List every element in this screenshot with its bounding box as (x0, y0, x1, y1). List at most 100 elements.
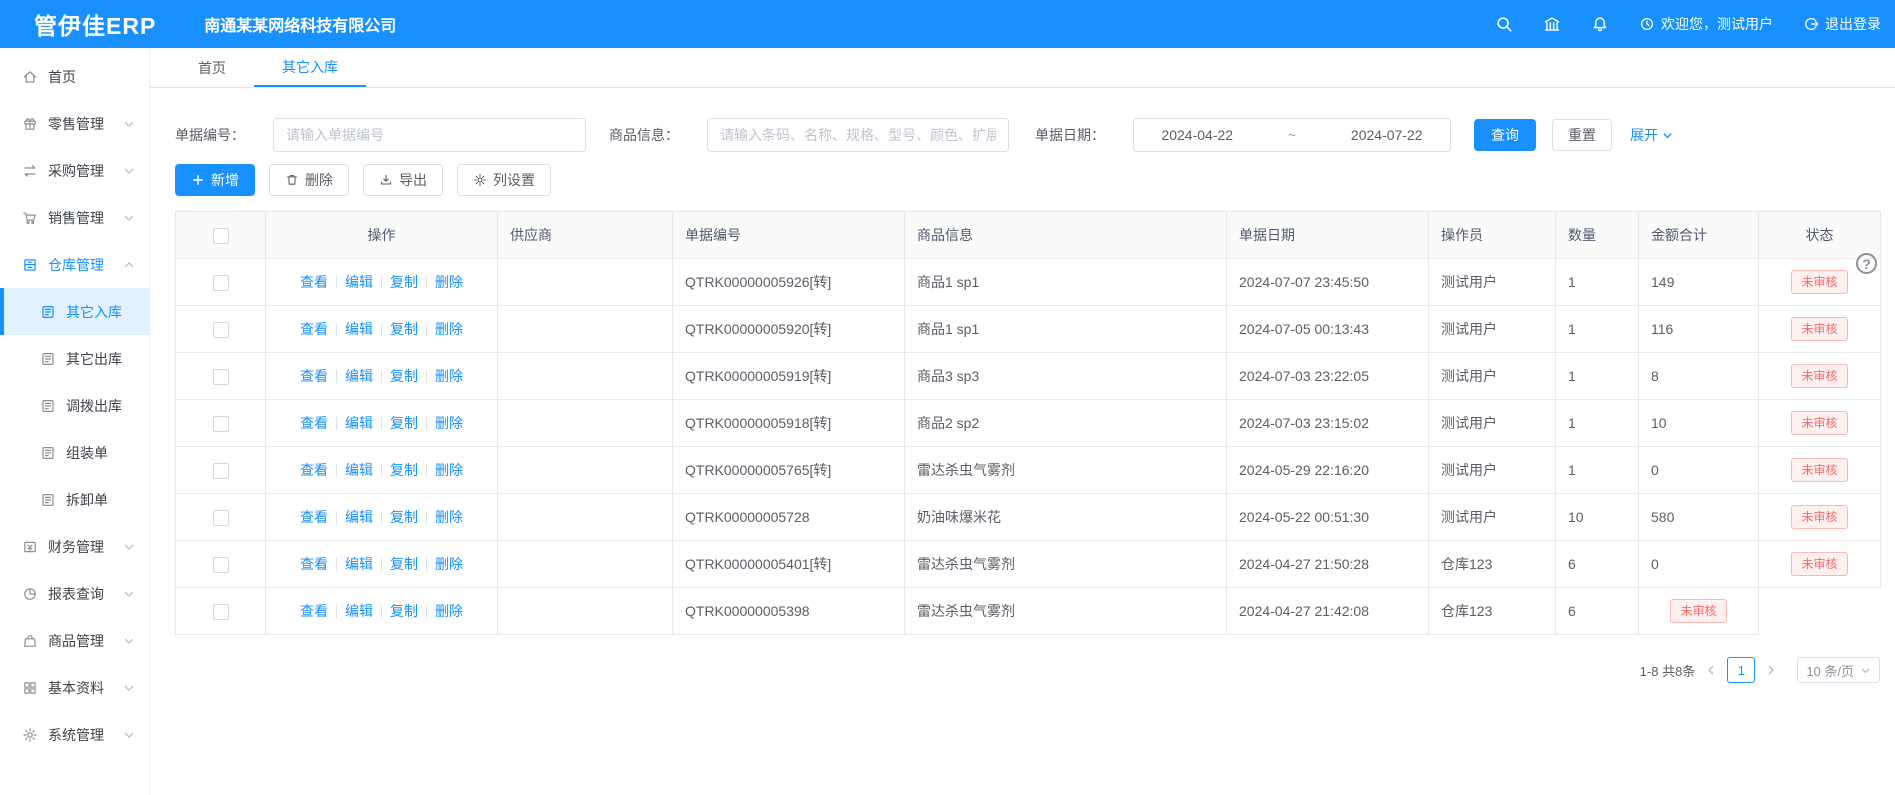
sidebar-subitem-disassembly[interactable]: 拆卸单 (0, 476, 149, 523)
edit-link[interactable]: 编辑 (345, 509, 373, 525)
view-link[interactable]: 查看 (300, 462, 328, 478)
search-button[interactable]: 查询 (1474, 119, 1536, 151)
main-area: 首页 其它入库 单据编号： 商品信息： 单据日期： 2024-04-22 ~ 2… (150, 48, 1895, 795)
logout-button[interactable]: 退出登录 (1803, 14, 1881, 34)
table-row: 查看编辑复制删除 QTRK00000005765[转] 雷达杀虫气雾剂 2024… (176, 447, 1881, 494)
col-date: 单据日期 (1227, 212, 1429, 259)
edit-link[interactable]: 编辑 (345, 462, 373, 478)
col-qty: 数量 (1556, 212, 1639, 259)
sidebar-item-sales[interactable]: 销售管理 (0, 194, 149, 241)
document-icon (40, 445, 56, 460)
row-checkbox[interactable] (213, 604, 229, 620)
sidebar-item-warehouse[interactable]: 仓库管理 (0, 241, 149, 288)
copy-link[interactable]: 复制 (390, 462, 418, 478)
sidebar-item-goods[interactable]: 商品管理 (0, 617, 149, 664)
table-row: 查看编辑复制删除 QTRK00000005919[转] 商品3 sp3 2024… (176, 353, 1881, 400)
delete-button[interactable]: 删除 (269, 164, 349, 196)
row-checkbox[interactable] (213, 557, 229, 573)
next-page-button[interactable] (1765, 664, 1777, 676)
sidebar: 首页 零售管理 采购管理 销售管理 仓库管理 (0, 48, 150, 795)
bank-icon[interactable] (1543, 15, 1561, 33)
edit-link[interactable]: 编辑 (345, 321, 373, 337)
sidebar-subitem-other-outbound[interactable]: 其它出库 (0, 335, 149, 382)
bell-icon[interactable] (1591, 15, 1609, 33)
row-checkbox[interactable] (213, 463, 229, 479)
copy-link[interactable]: 复制 (390, 509, 418, 525)
copy-link[interactable]: 复制 (390, 368, 418, 384)
amount-cell: 0 (1639, 541, 1759, 588)
view-link[interactable]: 查看 (300, 556, 328, 572)
select-all-checkbox[interactable] (213, 228, 229, 244)
status-badge: 未审核 (1791, 552, 1847, 576)
expand-link[interactable]: 展开 (1630, 125, 1673, 145)
sidebar-subitem-other-inbound[interactable]: 其它入库 (0, 288, 149, 335)
supplier-cell (498, 259, 673, 306)
edit-link[interactable]: 编辑 (345, 368, 373, 384)
delete-link[interactable]: 删除 (435, 462, 463, 478)
delete-link[interactable]: 删除 (435, 556, 463, 572)
bill-no-input[interactable] (273, 118, 586, 152)
qty-cell: 1 (1556, 259, 1639, 306)
view-link[interactable]: 查看 (300, 368, 328, 384)
delete-link[interactable]: 删除 (435, 368, 463, 384)
sidebar-subitem-transfer-outbound[interactable]: 调拨出库 (0, 382, 149, 429)
delete-link[interactable]: 删除 (435, 415, 463, 431)
table-row: 查看编辑复制删除 QTRK00000005401[转] 雷达杀虫气雾剂 2024… (176, 541, 1881, 588)
date-end-value[interactable]: 2024-07-22 (1351, 127, 1423, 143)
view-link[interactable]: 查看 (300, 415, 328, 431)
pagination-summary: 1-8 共8条 (1640, 661, 1696, 680)
delete-link[interactable]: 删除 (435, 509, 463, 525)
edit-link[interactable]: 编辑 (345, 274, 373, 290)
supplier-cell (498, 541, 673, 588)
sidebar-subitem-assembly[interactable]: 组装单 (0, 429, 149, 476)
edit-link[interactable]: 编辑 (345, 603, 373, 619)
export-button[interactable]: 导出 (363, 164, 443, 196)
add-button[interactable]: 新增 (175, 164, 255, 196)
reset-button[interactable]: 重置 (1552, 119, 1612, 151)
sidebar-item-basedata[interactable]: 基本资料 (0, 664, 149, 711)
sidebar-item-system[interactable]: 系统管理 (0, 711, 149, 758)
view-link[interactable]: 查看 (300, 509, 328, 525)
sidebar-item-reports[interactable]: 报表查询 (0, 570, 149, 617)
page-size-select[interactable]: 10 条/页 (1797, 657, 1880, 683)
row-checkbox[interactable] (213, 510, 229, 526)
copy-link[interactable]: 复制 (390, 603, 418, 619)
page-number-button[interactable]: 1 (1727, 657, 1755, 683)
sidebar-item-retail[interactable]: 零售管理 (0, 100, 149, 147)
copy-link[interactable]: 复制 (390, 415, 418, 431)
edit-link[interactable]: 编辑 (345, 556, 373, 572)
copy-link[interactable]: 复制 (390, 556, 418, 572)
delete-link[interactable]: 删除 (435, 274, 463, 290)
operator-cell: 测试用户 (1429, 259, 1556, 306)
search-icon[interactable] (1495, 15, 1513, 33)
date-range-picker[interactable]: 2024-04-22 ~ 2024-07-22 (1133, 118, 1451, 152)
column-settings-button[interactable]: 列设置 (457, 164, 551, 196)
sidebar-item-purchase[interactable]: 采购管理 (0, 147, 149, 194)
sidebar-item-home[interactable]: 首页 (0, 53, 149, 100)
row-checkbox[interactable] (213, 416, 229, 432)
table-row: 查看编辑复制删除 QTRK00000005926[转] 商品1 sp1 2024… (176, 259, 1881, 306)
prev-page-button[interactable] (1705, 664, 1717, 676)
sidebar-item-finance[interactable]: 财务管理 (0, 523, 149, 570)
row-checkbox[interactable] (213, 369, 229, 385)
help-icon[interactable]: ? (1856, 253, 1877, 274)
status-badge: 未审核 (1791, 364, 1847, 388)
view-link[interactable]: 查看 (300, 603, 328, 619)
delete-link[interactable]: 删除 (435, 603, 463, 619)
chevron-down-icon (123, 729, 135, 741)
view-link[interactable]: 查看 (300, 321, 328, 337)
delete-link[interactable]: 删除 (435, 321, 463, 337)
copy-link[interactable]: 复制 (390, 321, 418, 337)
tab-home[interactable]: 首页 (170, 48, 254, 87)
tab-other-inbound[interactable]: 其它入库 (254, 48, 366, 87)
product-input[interactable] (707, 118, 1009, 152)
welcome-user[interactable]: 欢迎您，测试用户 (1639, 14, 1773, 34)
row-checkbox[interactable] (213, 275, 229, 291)
row-checkbox[interactable] (213, 322, 229, 338)
date-start-value[interactable]: 2024-04-22 (1161, 127, 1233, 143)
copy-link[interactable]: 复制 (390, 274, 418, 290)
product-label: 商品信息： (609, 125, 679, 145)
bill-no-cell: QTRK00000005401[转] (673, 541, 905, 588)
edit-link[interactable]: 编辑 (345, 415, 373, 431)
view-link[interactable]: 查看 (300, 274, 328, 290)
